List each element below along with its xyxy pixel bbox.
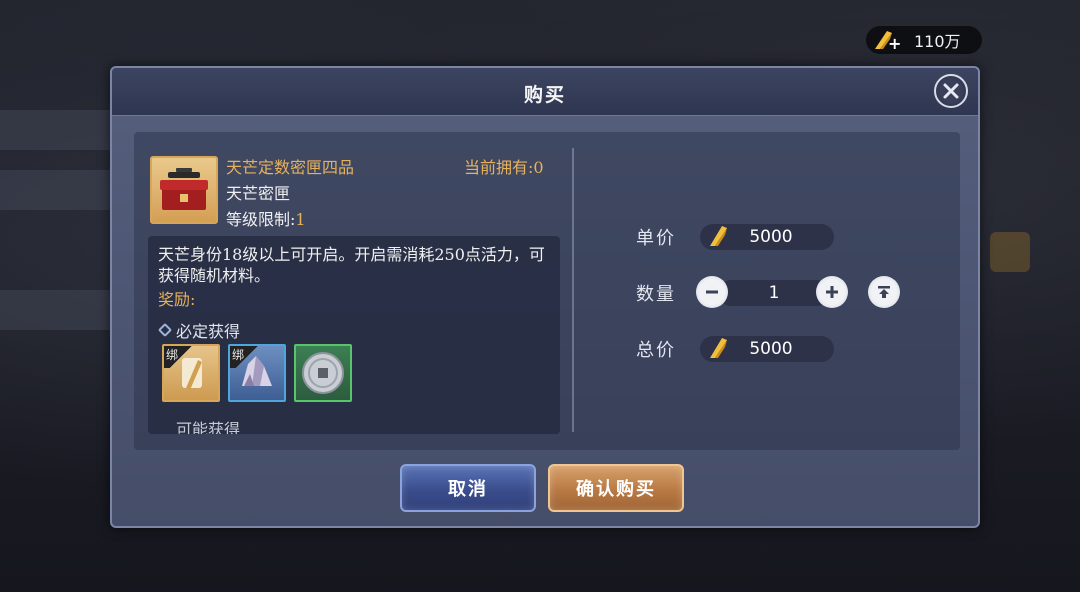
decrease-quantity-button[interactable] [696,276,728,308]
plus-icon [826,286,838,298]
dialog-content: 天芒定数密匣四品 天芒密匣 等级限制:1 当前拥有:0 天芒身份18级以上可开启… [134,132,960,450]
guaranteed-section-header: 必定获得 [157,318,241,342]
background-menu-item [0,110,110,150]
item-level-requirement: 等级限制:1 [226,206,306,230]
max-icon [878,286,890,298]
dialog-title: 购买 [523,84,566,106]
treasure-box-icon [160,168,208,210]
guaranteed-label: 必定获得 [176,322,241,341]
close-icon [943,83,959,99]
item-level-value: 1 [295,210,306,229]
diamond-bullet-icon [157,322,173,338]
currency-value: 110万 [914,32,961,51]
background-menu-item [0,170,110,210]
unit-price-value: 5000 [749,227,793,247]
item-icon[interactable] [150,156,218,224]
cancel-button[interactable]: 取消 [400,464,536,512]
total-price-label: 总价 [636,340,676,361]
description-panel[interactable]: 天芒身份18级以上可开启。开启需消耗250点活力，可获得随机材料。 奖励: 必定… [148,236,560,434]
reward-label: 奖励: [158,290,196,309]
total-price-value: 5000 [749,339,793,359]
item-level-label: 等级限制: [226,210,296,229]
reward-item-1[interactable]: 绑 [162,344,220,402]
item-description: 天芒身份18级以上可开启。开启需消耗250点活力，可获得随机材料。 [158,245,545,285]
confirm-purchase-button[interactable]: 确认购买 [548,464,684,512]
close-button[interactable] [934,74,968,108]
currency-display: + 110万 [866,26,982,54]
content-divider [572,148,574,432]
max-quantity-button[interactable] [868,276,900,308]
unit-price-label: 单价 [636,228,676,249]
reward-item-3[interactable] [294,344,352,402]
item-name: 天芒定数密匣四品 [226,158,355,177]
quantity-label: 数量 [636,284,676,305]
bind-tag-text: 绑 [166,348,179,362]
silver-coin-icon [302,352,344,394]
background-glow [990,232,1030,272]
quantity-value: 1 [768,283,780,303]
quantity-field[interactable]: 1 [718,280,830,306]
possible-rewards-label-partial: 可能获得 [176,420,241,434]
owned-value: 0 [533,158,544,177]
increase-quantity-button[interactable] [816,276,848,308]
currency-plus-icon[interactable]: + [888,36,901,52]
bind-tag-text: 绑 [232,348,245,362]
owned-count: 当前拥有:0 [464,154,544,178]
unit-price-field: 5000 [700,224,834,250]
item-type: 天芒密匣 [226,184,291,203]
total-price-field: 5000 [700,336,834,362]
background-menu-item [0,290,110,330]
minus-icon [706,290,718,294]
owned-label: 当前拥有: [464,158,534,177]
purchase-dialog: 购买 天芒定数密匣四品 天芒密匣 等级限制:1 当前拥有:0 天芒身份18级以上… [110,66,980,528]
reward-item-2[interactable]: 绑 [228,344,286,402]
dialog-header: 购买 [112,68,978,116]
